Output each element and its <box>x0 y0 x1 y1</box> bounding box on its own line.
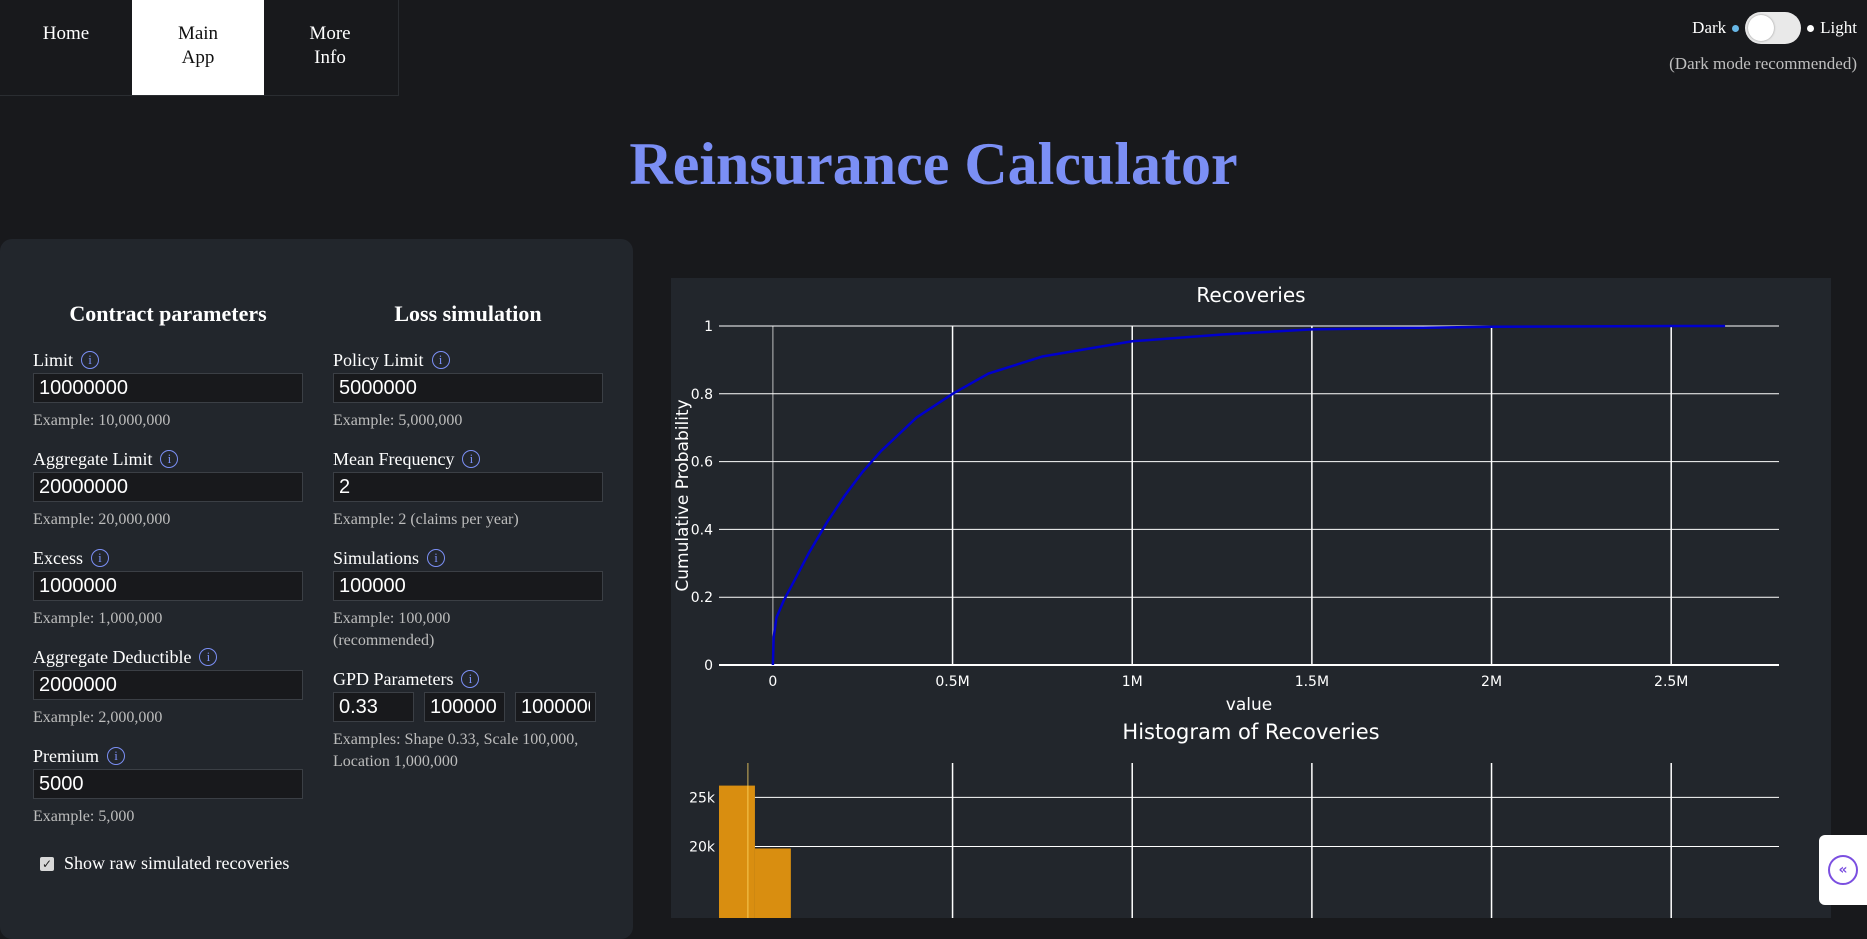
cdf-x-tick-label: 1M <box>1122 674 1143 690</box>
info-icon[interactable]: i <box>107 747 125 765</box>
premium-example: Example: 5,000 <box>33 808 135 825</box>
charts-svg: Recoveries 0 0.2 0.4 0.6 0.8 1 0 0.5M 1M 1.5M 2M 2.5… <box>673 283 1779 918</box>
aggregate-deductible-example: Example: 2,000,000 <box>33 709 163 726</box>
limit-label: Limit <box>33 349 73 370</box>
contract-title: Contract parameters <box>69 301 267 326</box>
toggle-knob <box>1748 15 1775 41</box>
theme-toggle[interactable] <box>1745 12 1802 44</box>
chevron-double-left-icon: « <box>1828 855 1858 885</box>
theme-note: (Dark mode recommended) <box>1669 54 1857 73</box>
gpd-field: GPD Parameters i Examples: Shape 0.33, Sc… <box>333 666 603 773</box>
aggregate-limit-field: Aggregate Limit i Example: 20,000,000 <box>33 446 303 531</box>
gpd-location-input[interactable] <box>515 692 596 722</box>
aggregate-limit-input[interactable] <box>33 472 303 502</box>
collapse-panel-button[interactable]: « <box>1819 835 1867 905</box>
contract-parameters: Contract parameters Limiti Example: 10,0… <box>33 301 303 828</box>
limit-input[interactable] <box>33 373 303 403</box>
aggregate-deductible-field: Aggregate Deductible i Example: 2,000,000 <box>33 644 303 729</box>
dark-dot <box>1732 24 1740 32</box>
info-icon[interactable]: i <box>160 450 179 468</box>
policy-limit-label: Policy Limit <box>333 349 424 370</box>
cdf-x-axis-label: value <box>1226 695 1272 715</box>
cdf-y-tick-label: 0 <box>704 658 713 674</box>
excess-example: Example: 1,000,000 <box>33 610 163 627</box>
nav-main-app[interactable]: Main App <box>132 0 264 95</box>
cdf-y-tick-label: 0.6 <box>691 455 713 471</box>
nav-more-info[interactable]: More Info <box>264 0 396 95</box>
charts-area: Recoveries 0 0.2 0.4 0.6 0.8 1 0 0.5M 1M 1.5M 2M 2.5… <box>671 278 1831 918</box>
policy-limit-input[interactable] <box>333 373 603 403</box>
light-label: Light <box>1820 18 1857 37</box>
cdf-y-tick-label: 0.2 <box>691 590 713 606</box>
info-icon[interactable]: i <box>431 351 450 369</box>
info-icon[interactable]: i <box>199 648 218 666</box>
cdf-line <box>771 324 1726 666</box>
mean-frequency-example: Example: 2 (claims per year) <box>333 511 519 528</box>
simulations-input[interactable] <box>333 571 603 601</box>
aggregate-deductible-input[interactable] <box>33 670 303 700</box>
excess-label: Excess <box>33 547 83 568</box>
premium-field: Premium i Example: 5,000 <box>33 743 303 828</box>
cdf-x-tick-label: 0 <box>768 674 777 690</box>
cdf-y-axis-label: Cumulative Probability <box>673 399 693 591</box>
cdf-y-tick-label: 0.4 <box>691 522 713 538</box>
mean-frequency-label: Mean Frequency <box>333 448 455 469</box>
cdf-x-tick-label: 0.5M <box>935 674 969 690</box>
parameters-panel: Contract parameters Limiti Example: 10,0… <box>0 239 633 939</box>
info-icon[interactable]: i <box>461 670 480 688</box>
show-raw-label: Show raw simulated recoveries <box>64 853 290 873</box>
simulations-example: Example: 100,000 (recommended) <box>333 610 451 649</box>
top-nav: Home Main App More Info <box>0 0 399 96</box>
aggregate-limit-label: Aggregate Limit <box>33 448 153 469</box>
simulations-field: Simulations i Example: 100,000 (recommend… <box>333 545 603 652</box>
limit-field: Limiti Example: 10,000,000 <box>33 347 303 432</box>
aggregate-limit-example: Example: 20,000,000 <box>33 511 171 528</box>
histogram-title: Histogram of Recoveries <box>1122 720 1379 744</box>
excess-field: Excessi Example: 1,000,000 <box>33 545 303 630</box>
histogram-bar <box>719 785 755 918</box>
premium-input[interactable] <box>33 769 303 799</box>
info-icon[interactable]: i <box>90 549 109 567</box>
show-raw-row[interactable]: ✓ Show raw simulated recoveries <box>40 853 289 874</box>
light-dot <box>1807 24 1815 32</box>
cdf-y-tick-label: 0.8 <box>691 387 713 403</box>
info-icon[interactable]: i <box>427 549 446 567</box>
cdf-y-tick-label: 1 <box>704 319 713 335</box>
show-raw-checkbox[interactable]: ✓ <box>40 856 54 871</box>
nav-home[interactable]: Home <box>0 0 132 95</box>
hist-y-tick-label: 20k <box>689 840 716 856</box>
gpd-scale-input[interactable] <box>424 692 505 722</box>
policy-limit-field: Policy Limit i Example: 5,000,000 <box>333 347 603 432</box>
loss-simulation: Loss simulation Policy Limit i Example: 5… <box>333 301 603 773</box>
gpd-label: GPD Parameters <box>333 668 454 689</box>
cdf-title: Recoveries <box>1196 283 1305 307</box>
dark-label: Dark <box>1692 18 1727 37</box>
gpd-shape-input[interactable] <box>333 692 414 722</box>
mean-frequency-input[interactable] <box>333 472 603 502</box>
simulations-label: Simulations <box>333 547 420 568</box>
theme-switcher: Dark Light (Dark mode recommended) <box>1669 12 1857 74</box>
info-icon[interactable]: i <box>462 450 481 468</box>
hist-y-tick-label: 25k <box>689 790 716 806</box>
excess-input[interactable] <box>33 571 303 601</box>
aggregate-deductible-label: Aggregate Deductible <box>33 646 192 667</box>
info-icon[interactable]: i <box>81 351 99 369</box>
mean-frequency-field: Mean Frequency i Example: 2 (claims per y… <box>333 446 603 531</box>
simulation-title: Loss simulation <box>394 301 542 326</box>
policy-limit-example: Example: 5,000,000 <box>333 412 463 429</box>
limit-example: Example: 10,000,000 <box>33 412 171 429</box>
page-title: Reinsurance Calculator <box>629 131 1238 197</box>
gpd-example: Examples: Shape 0.33, Scale 100,000, Loc… <box>333 731 579 770</box>
cdf-x-tick-label: 2.5M <box>1654 674 1688 690</box>
premium-label: Premium <box>33 745 99 766</box>
cdf-x-tick-label: 2M <box>1481 674 1502 690</box>
cdf-x-tick-label: 1.5M <box>1295 674 1329 690</box>
